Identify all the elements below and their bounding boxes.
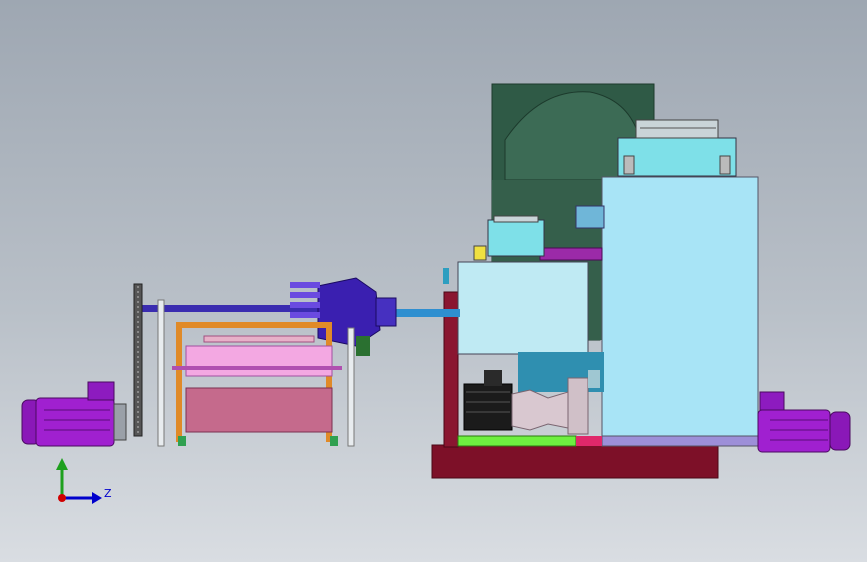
axis-triad: Z: [56, 458, 112, 504]
machine-assembly-drawing: Z: [21, 83, 851, 504]
cad-viewport[interactable]: Z: [0, 0, 867, 562]
left-motor: [21, 381, 127, 447]
right-motor: [757, 391, 851, 453]
chain-rack: [133, 283, 143, 437]
z-axis-label: Z: [104, 487, 112, 500]
gearbox: [290, 277, 397, 356]
control-cabinet: [601, 119, 759, 447]
